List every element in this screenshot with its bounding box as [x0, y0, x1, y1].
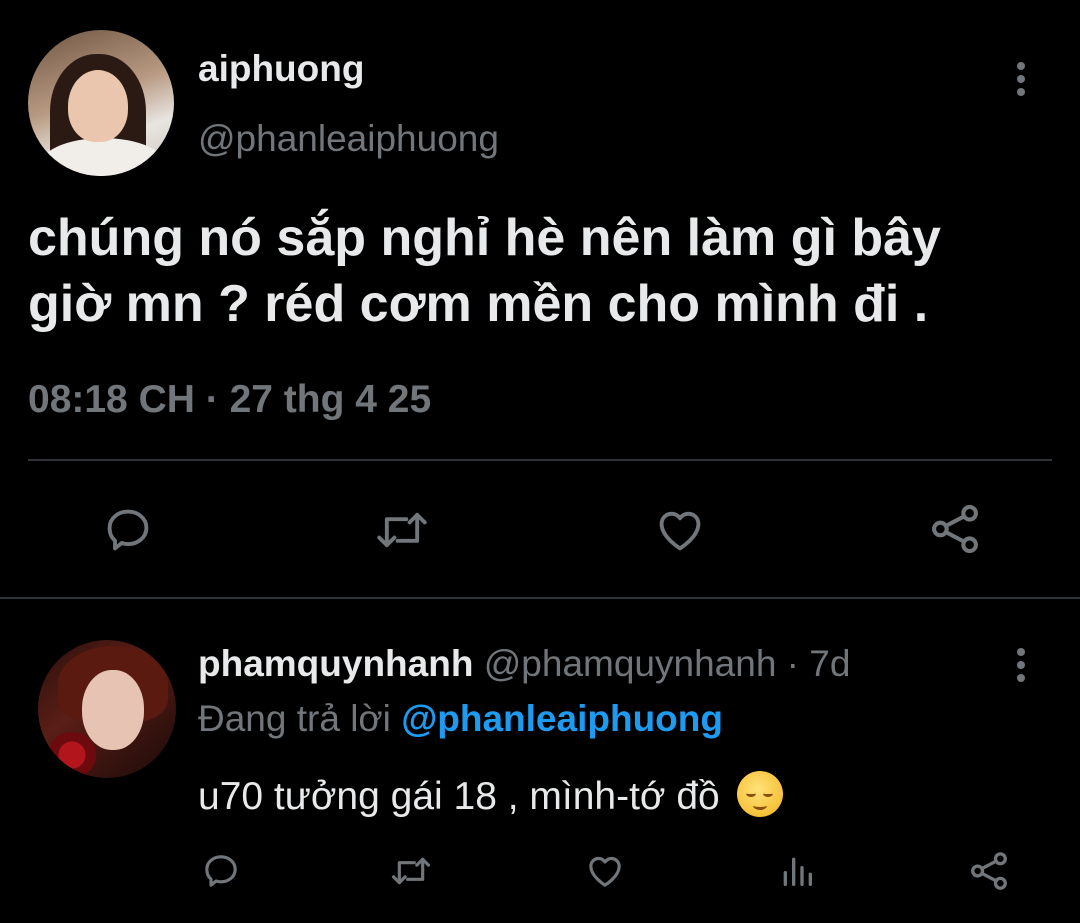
divider: [28, 459, 1052, 461]
share-button[interactable]: [925, 498, 985, 560]
like-icon: [589, 856, 621, 887]
author-display-name[interactable]: aiphuong: [198, 48, 364, 90]
author-avatar[interactable]: [28, 30, 174, 176]
share-icon: [932, 504, 978, 554]
reply-text-line: u70 tưởng gái 18 , mình-tớ đồ: [198, 771, 783, 819]
reply-retweet-button[interactable]: [384, 848, 438, 894]
reply-author-avatar[interactable]: [38, 640, 176, 778]
reply-button[interactable]: [98, 500, 158, 560]
reply-reply-button[interactable]: [196, 848, 246, 894]
reply-header: phamquynhanh @phamquynhanh · 7d: [198, 643, 850, 685]
replying-to-mention[interactable]: @phanleaiphuong: [401, 698, 723, 739]
like-icon: [659, 511, 701, 551]
reply-text: u70 tưởng gái 18 , mình-tớ đồ: [198, 775, 720, 818]
views-icon: [783, 857, 812, 886]
retweet-icon: [377, 512, 427, 548]
like-button[interactable]: [650, 500, 710, 560]
reply-icon: [205, 855, 237, 887]
share-icon: [971, 852, 1007, 890]
section-divider: [0, 597, 1080, 599]
replying-to-label: Đang trả lời: [198, 698, 391, 739]
retweet-button[interactable]: [370, 500, 434, 560]
reply-share-button[interactable]: [966, 848, 1012, 894]
author-handle[interactable]: @phanleaiphuong: [198, 118, 499, 160]
more-options-icon[interactable]: [1017, 62, 1025, 101]
tweet-timestamp[interactable]: 08:18 CH · 27 thg 4 25: [28, 378, 431, 422]
reply-author-name[interactable]: phamquynhanh: [198, 643, 473, 684]
reply-like-button[interactable]: [580, 848, 630, 894]
reply-author-meta[interactable]: @phamquynhanh · 7d: [484, 643, 851, 684]
replying-to: Đang trả lời @phanleaiphuong: [198, 698, 723, 740]
reply-views-button[interactable]: [774, 848, 820, 894]
retweet-icon: [391, 857, 431, 885]
relieved-face-icon: [736, 771, 783, 817]
reply-more-options-icon[interactable]: [1017, 648, 1025, 687]
reply-icon: [107, 509, 149, 551]
tweet-text: chúng nó sắp nghỉ hè nên làm gì bây giờ …: [28, 209, 941, 333]
